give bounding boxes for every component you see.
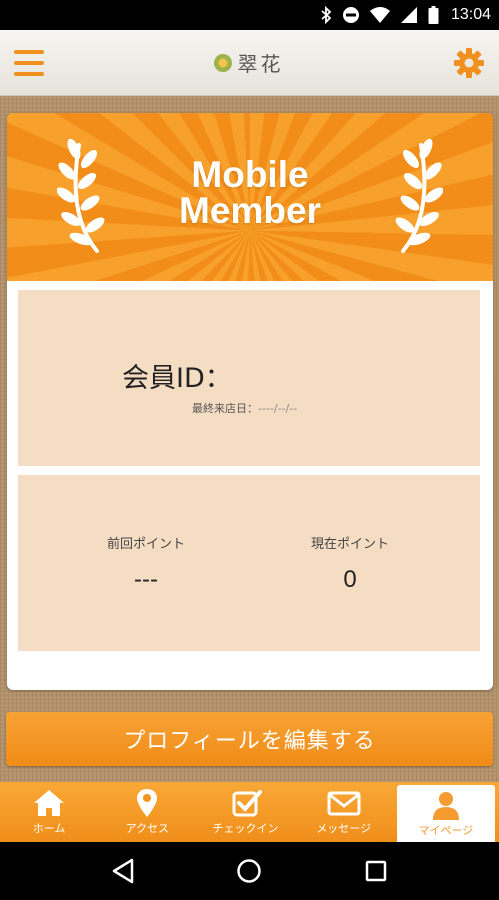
- home-circle-icon: [237, 859, 262, 883]
- map-pin-icon: [137, 789, 158, 817]
- tab-message-label: メッセージ: [316, 822, 372, 835]
- tab-checkin[interactable]: チェックイン: [196, 782, 294, 842]
- checkbox-icon: [232, 790, 262, 817]
- wifi-icon: [369, 5, 390, 25]
- last-visit-value: ----/--/--: [258, 402, 298, 415]
- previous-points-label: 前回ポイント: [106, 537, 185, 552]
- battery-icon: [428, 5, 439, 25]
- tab-mypage[interactable]: マイページ: [396, 785, 496, 842]
- recents-icon: [365, 860, 387, 882]
- member-id-panel: 会員ID： 最終来店日：----/--/--: [18, 290, 480, 466]
- android-nav-bar: [0, 842, 499, 900]
- app-title: 翠花: [213, 48, 284, 77]
- tab-checkin-label: チェックイン: [212, 822, 279, 835]
- tab-access[interactable]: アクセス: [98, 782, 196, 842]
- bluetooth-icon: [320, 5, 332, 25]
- last-visit: 最終来店日：----/--/--: [192, 400, 297, 416]
- points-panel: 前回ポイント --- 現在ポイント 0: [18, 475, 480, 651]
- member-card: Mobile Member 会員ID： 最終来店日：----/--/-- 前回ポ…: [7, 113, 493, 690]
- bottom-tab-bar: ホーム アクセス チェックイン メッセージ マイページ: [0, 782, 499, 842]
- tab-home-label: ホーム: [32, 822, 66, 835]
- status-bar: 13:04: [0, 0, 499, 30]
- current-points-label: 現在ポイント: [310, 537, 389, 552]
- home-icon: [34, 790, 65, 816]
- back-icon: [112, 858, 134, 884]
- envelope-icon: [327, 791, 361, 816]
- signal-icon: [400, 5, 418, 25]
- app-title-text: 翠花: [237, 52, 284, 76]
- last-visit-label: 最終来店日：: [192, 402, 258, 415]
- recents-button[interactable]: [361, 856, 391, 886]
- current-points: 現在ポイント 0: [260, 533, 440, 594]
- home-nav-button[interactable]: [234, 856, 264, 886]
- laurel-right-icon: [395, 138, 443, 253]
- person-icon: [432, 791, 459, 820]
- mobile-member-banner: Mobile Member: [7, 113, 493, 281]
- back-button[interactable]: [108, 856, 138, 886]
- app-header: 翠花: [0, 30, 499, 96]
- tab-mypage-label: マイページ: [418, 823, 474, 837]
- menu-button[interactable]: [14, 49, 44, 76]
- tab-access-label: アクセス: [125, 822, 170, 835]
- do-not-disturb-icon: [342, 5, 360, 25]
- hamburger-menu-icon: [14, 49, 44, 54]
- previous-points-value: ---: [134, 566, 158, 593]
- current-points-value: 0: [343, 566, 357, 593]
- tab-home[interactable]: ホーム: [0, 782, 98, 842]
- tab-message[interactable]: メッセージ: [295, 782, 393, 842]
- status-time: 13:04: [450, 6, 491, 23]
- edit-profile-button[interactable]: プロフィールを編集する: [6, 712, 493, 766]
- previous-points: 前回ポイント ---: [56, 533, 236, 594]
- gear-icon[interactable]: [453, 47, 485, 79]
- logo-icon: [213, 53, 232, 72]
- member-id-label: 会員ID：: [122, 363, 232, 394]
